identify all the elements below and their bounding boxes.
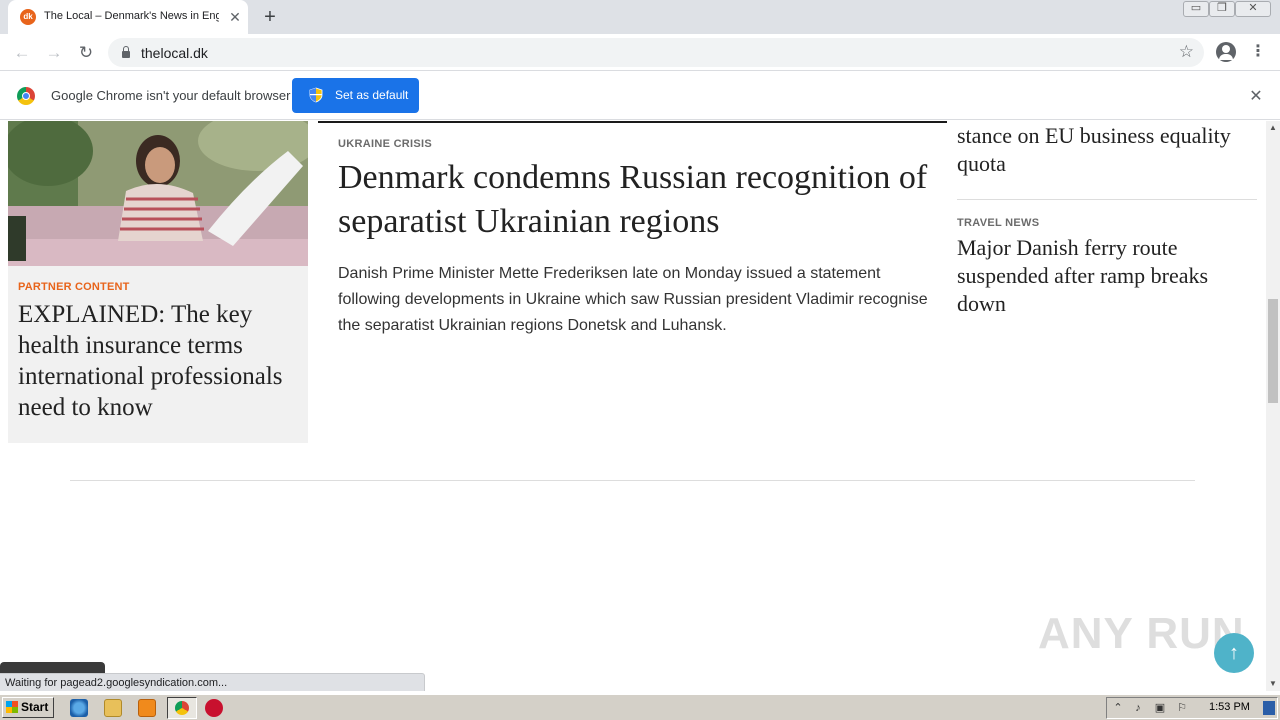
restore-button[interactable]: ❐ — [1209, 1, 1235, 17]
back-to-top-button[interactable]: ↑ — [1214, 633, 1254, 673]
start-button[interactable]: Start — [2, 697, 54, 718]
partner-article-headline[interactable]: EXPLAINED: The key health insurance term… — [18, 299, 298, 423]
show-hidden-icons-icon[interactable]: ⌃ — [1111, 701, 1125, 715]
back-arrow-icon[interactable]: ← — [10, 41, 34, 65]
scroll-down-arrow-icon[interactable]: ▼ — [1266, 677, 1280, 691]
url-text[interactable]: thelocal.dk — [141, 45, 208, 61]
uac-shield-icon — [309, 87, 323, 103]
minimize-button[interactable]: ▭ — [1183, 1, 1209, 17]
system-tray: ⌃ ♪ ▣ ⚐ 1:53 PM — [1106, 697, 1278, 719]
scroll-up-arrow-icon[interactable]: ▲ — [1266, 121, 1280, 135]
chrome-icon — [175, 701, 189, 715]
start-label: Start — [21, 700, 49, 714]
partner-article-card[interactable]: PARTNER CONTENT EXPLAINED: The key healt… — [8, 121, 308, 443]
side-article-headline-1[interactable]: stance on EU business equality quota — [957, 122, 1257, 178]
section-divider — [70, 480, 1195, 481]
set-as-default-label: Set as default — [335, 88, 409, 102]
partner-content-tag[interactable]: PARTNER CONTENT — [18, 281, 130, 293]
tab-close-icon[interactable]: ✕ — [227, 9, 243, 25]
chrome-taskbar-button[interactable] — [167, 697, 197, 719]
tab-title: The Local – Denmark's News in English — [44, 10, 219, 22]
page-viewport: PARTNER CONTENT EXPLAINED: The key healt… — [0, 121, 1266, 691]
folder-icon[interactable] — [104, 699, 122, 717]
tab-thelocal[interactable]: dk The Local – Denmark's News in English… — [8, 0, 248, 34]
set-as-default-button[interactable]: Set as default — [292, 78, 419, 113]
browser-toolbar: ← → ↻ thelocal.dk ☆ ⋮ — [0, 34, 1280, 71]
profile-avatar-icon[interactable] — [1216, 42, 1236, 62]
scroll-thumb[interactable] — [1268, 299, 1278, 403]
side-article-headline-2[interactable]: Major Danish ferry route suspended after… — [957, 234, 1257, 318]
windows-flag-icon — [6, 701, 18, 713]
kebab-menu-icon[interactable]: ⋮ — [1250, 41, 1266, 61]
lock-icon[interactable] — [122, 46, 130, 58]
main-article-image-edge[interactable] — [318, 121, 947, 123]
status-bubble: Waiting for pagead2.googlesyndication.co… — [0, 673, 425, 691]
new-tab-button[interactable]: + — [259, 6, 281, 28]
tab-strip: dk The Local – Denmark's News in English… — [0, 0, 1280, 34]
volume-icon[interactable]: ♪ — [1131, 701, 1145, 715]
main-article-headline[interactable]: Denmark condemns Russian recognition of … — [338, 156, 928, 244]
forward-arrow-icon[interactable]: → — [42, 41, 66, 65]
security-tool-icon[interactable] — [205, 699, 223, 717]
side-divider — [957, 199, 1257, 200]
show-desktop-icon[interactable] — [1263, 701, 1275, 715]
main-article-excerpt: Danish Prime Minister Mette Frederiksen … — [338, 265, 928, 334]
windows-taskbar: Start ⌃ ♪ ▣ ⚐ 1:53 PM — [0, 694, 1280, 720]
travel-news-tag[interactable]: TRAVEL NEWS — [957, 217, 1039, 229]
thelocal-favicon-icon: dk — [20, 9, 36, 25]
page-scrollbar[interactable]: ▲ ▼ — [1266, 121, 1280, 691]
action-center-flag-icon[interactable]: ⚐ — [1175, 701, 1189, 715]
partner-article-image[interactable] — [8, 121, 308, 266]
bookmark-star-icon[interactable]: ☆ — [1179, 42, 1194, 62]
address-bar[interactable]: thelocal.dk ☆ — [108, 38, 1204, 67]
media-player-icon[interactable] — [138, 699, 156, 717]
taskbar-clock[interactable]: 1:53 PM — [1209, 701, 1250, 713]
chrome-logo-icon — [17, 87, 35, 105]
reload-icon[interactable]: ↻ — [74, 41, 98, 65]
network-icon[interactable]: ▣ — [1153, 701, 1167, 715]
internet-explorer-icon[interactable] — [70, 699, 88, 717]
infobar-message: Google Chrome isn't your default browser — [51, 88, 291, 103]
window-close-button[interactable]: ✕ — [1235, 1, 1271, 17]
default-browser-infobar: Google Chrome isn't your default browser… — [0, 72, 1280, 120]
ukraine-crisis-tag[interactable]: UKRAINE CRISIS — [338, 138, 432, 150]
infobar-close-icon[interactable]: ✕ — [1247, 86, 1265, 106]
